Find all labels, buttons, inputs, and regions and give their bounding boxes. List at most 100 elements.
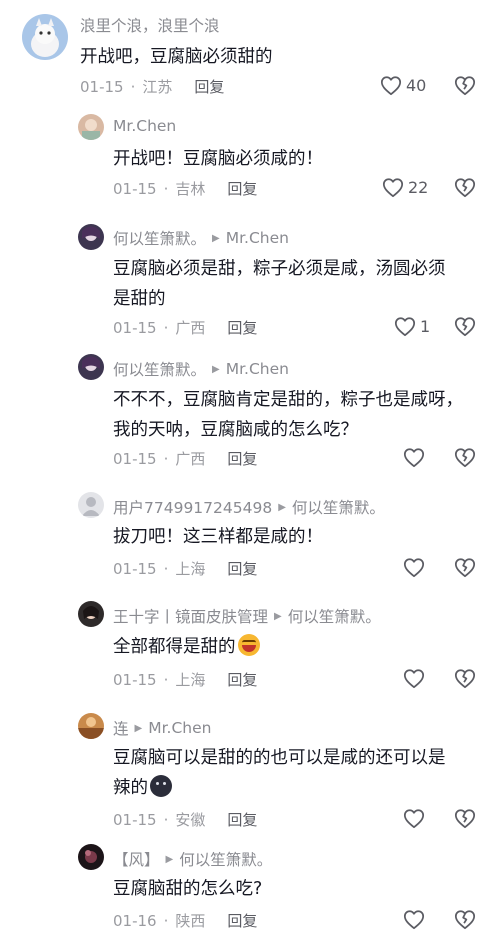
dislike-button[interactable]: [454, 75, 476, 100]
comment-text: 豆腐脑必须是甜，粽子必须是咸，汤圆必须 是甜的: [113, 259, 446, 309]
comment-date: 01-15: [113, 810, 157, 829]
broken-heart-icon: [454, 809, 476, 829]
comment-date: 01-15: [113, 670, 157, 689]
comment-text: 拔刀吧！这三样都是咸的！: [113, 527, 323, 547]
comment-location: 上海: [175, 671, 206, 689]
separator: ·: [163, 179, 169, 198]
reply-to-name[interactable]: Mr.Chen: [148, 719, 211, 737]
dislike-button[interactable]: [454, 668, 476, 693]
comment-location: 广西: [175, 450, 206, 468]
comment-meta: 01-15 · 广西 回复: [113, 448, 257, 469]
comment-author[interactable]: 浪里个浪，浪里个浪: [80, 14, 220, 36]
dislike-button[interactable]: [454, 557, 476, 582]
separator: ·: [163, 670, 169, 689]
heart-icon: [394, 317, 416, 337]
author-name[interactable]: 王十字丨镜面皮肤管理: [113, 605, 268, 627]
avatar[interactable]: [22, 14, 68, 60]
reply-button[interactable]: 回复: [194, 76, 224, 97]
reply-arrow-icon: ▶: [212, 363, 220, 375]
broken-heart-icon: [454, 317, 476, 337]
avatar[interactable]: [78, 492, 104, 518]
comment-date: 01-15: [113, 179, 157, 198]
dislike-button[interactable]: [454, 316, 476, 341]
broken-heart-icon: [454, 910, 476, 930]
author-name[interactable]: 浪里个浪，浪里个浪: [80, 14, 220, 36]
heart-icon: [403, 669, 425, 689]
reply-to-name[interactable]: Mr.Chen: [226, 360, 289, 378]
avatar[interactable]: [78, 114, 104, 140]
reply-to-name[interactable]: 何以笙箫默。: [179, 848, 272, 870]
reply-to-name[interactable]: 何以笙箫默。: [292, 496, 385, 518]
comment-author[interactable]: 【风】 ▶ 何以笙箫默。: [113, 848, 272, 870]
reply-button[interactable]: 回复: [227, 558, 257, 579]
avatar[interactable]: [78, 844, 104, 870]
like-button[interactable]: [403, 909, 425, 930]
comment-date: 01-15: [113, 559, 157, 578]
avatar[interactable]: [78, 224, 104, 250]
reply-button[interactable]: 回复: [227, 448, 257, 469]
author-name[interactable]: 用户7749917245498: [113, 496, 272, 518]
comment-location: 广西: [175, 319, 206, 337]
like-button[interactable]: 22: [382, 177, 428, 198]
comment-meta: 01-15 · 广西 回复: [113, 317, 257, 338]
reply-button[interactable]: 回复: [227, 910, 257, 931]
broken-heart-icon: [454, 76, 476, 96]
heart-icon: [403, 558, 425, 578]
comment-text: 豆腐脑可以是甜的的也可以是咸的还可以是 辣的: [113, 748, 446, 798]
comment-author[interactable]: 何以笙箫默。 ▶ Mr.Chen: [113, 358, 289, 380]
separator: ·: [163, 559, 169, 578]
reply-button[interactable]: 回复: [227, 809, 257, 830]
heart-icon: [403, 448, 425, 468]
reply-arrow-icon: ▶: [278, 501, 286, 513]
comment-author[interactable]: 何以笙箫默。 ▶ Mr.Chen: [113, 227, 289, 249]
comment-author[interactable]: Mr.Chen: [113, 117, 176, 135]
heart-icon: [380, 76, 402, 96]
avatar[interactable]: [78, 713, 104, 739]
comment-location: 陕西: [175, 912, 206, 930]
author-name[interactable]: 何以笙箫默。: [113, 358, 206, 380]
like-button[interactable]: [403, 447, 425, 468]
like-button[interactable]: [403, 557, 425, 578]
author-name[interactable]: Mr.Chen: [113, 117, 176, 135]
comment-author[interactable]: 王十字丨镜面皮肤管理 ▶ 何以笙箫默。: [113, 605, 381, 627]
comment-text: 不不不，豆腐脑肯定是甜的，粽子也是咸呀， 我的天呐，豆腐脑咸的怎么吃？: [113, 390, 463, 440]
comment-text: 全部都得是甜的: [113, 632, 483, 662]
comment-location: 安徽: [175, 811, 206, 829]
reply-to-name[interactable]: 何以笙箫默。: [288, 605, 381, 627]
comment-meta: 01-15 · 上海 回复: [113, 558, 257, 579]
comment-text: 开战吧，豆腐脑必须甜的: [80, 47, 273, 67]
like-button[interactable]: [403, 668, 425, 689]
author-name[interactable]: 【风】: [113, 848, 160, 870]
dislike-button[interactable]: [454, 808, 476, 833]
like-count: 1: [420, 317, 431, 336]
reply-to-name[interactable]: Mr.Chen: [226, 229, 289, 247]
like-button[interactable]: [403, 808, 425, 829]
dislike-button[interactable]: [454, 447, 476, 472]
heart-icon: [403, 809, 425, 829]
comment-text: 开战吧！豆腐脑必须咸的！: [113, 149, 323, 169]
dislike-button[interactable]: [454, 909, 476, 934]
reply-arrow-icon: ▶: [134, 722, 143, 734]
comment-author[interactable]: 连 ▶ Mr.Chen: [113, 717, 211, 739]
reply-arrow-icon: ▶: [274, 610, 282, 622]
dislike-button[interactable]: [454, 177, 476, 202]
comment-date: 01-16: [113, 911, 157, 930]
reply-button[interactable]: 回复: [227, 317, 257, 338]
comment-location: 上海: [175, 560, 206, 578]
reply-button[interactable]: 回复: [227, 669, 257, 690]
avatar[interactable]: [78, 601, 104, 627]
comment-location: 江苏: [142, 78, 173, 96]
reply-button[interactable]: 回复: [227, 178, 257, 199]
avatar[interactable]: [78, 354, 104, 380]
separator: ·: [163, 318, 169, 337]
author-name[interactable]: 连: [113, 717, 129, 739]
author-name[interactable]: 何以笙箫默。: [113, 227, 206, 249]
broken-heart-icon: [454, 448, 476, 468]
comment-meta: 01-16 · 陕西 回复: [113, 910, 257, 931]
comment-author[interactable]: 用户7749917245498 ▶ 何以笙箫默。: [113, 496, 385, 518]
heart-icon: [382, 178, 404, 198]
broken-heart-icon: [454, 669, 476, 689]
like-button[interactable]: 40: [380, 75, 426, 96]
separator: ·: [163, 810, 169, 829]
like-button[interactable]: 1: [394, 316, 430, 337]
